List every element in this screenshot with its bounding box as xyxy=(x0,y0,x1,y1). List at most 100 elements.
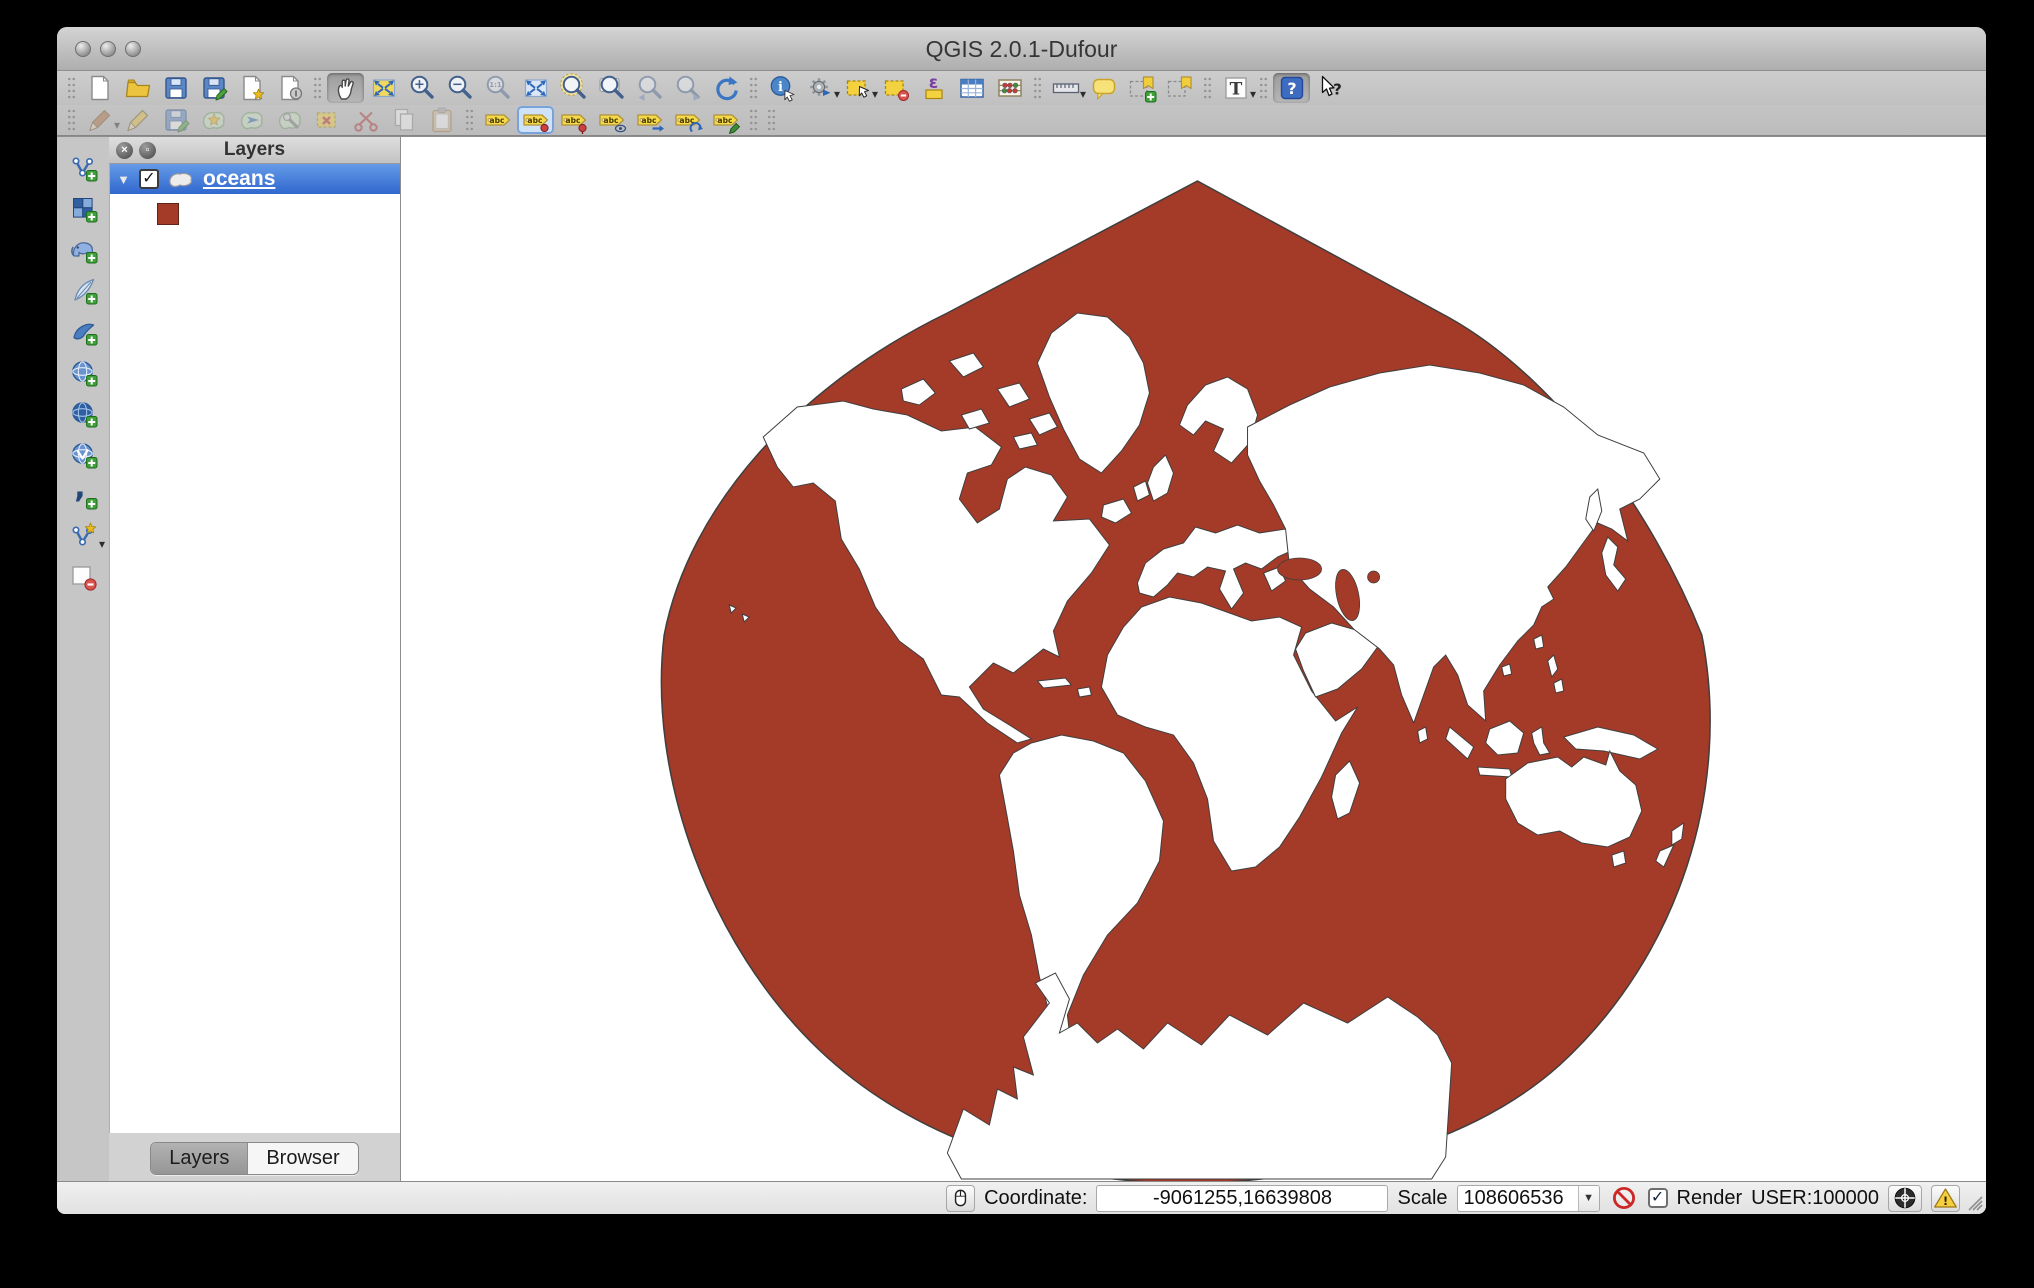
scale-combo[interactable]: 108606536 ▼ xyxy=(1457,1185,1600,1212)
layer-symbology-swatch[interactable] xyxy=(157,203,179,225)
show-hide-labels-icon[interactable]: abc xyxy=(555,106,592,134)
run-feature-action-icon[interactable]: ▾ xyxy=(801,73,838,103)
node-tool-icon[interactable] xyxy=(271,106,308,134)
map-canvas[interactable] xyxy=(401,137,1986,1181)
mouse-position-icon[interactable] xyxy=(946,1185,975,1212)
zoom-next-icon[interactable] xyxy=(669,73,706,103)
render-checkbox[interactable]: ✓ xyxy=(1648,1188,1668,1208)
add-postgis-layer-icon[interactable] xyxy=(63,231,103,266)
toolbar-handle[interactable] xyxy=(465,108,474,132)
toolbar-handle[interactable] xyxy=(1259,76,1268,100)
layers-panel-header[interactable]: × ▫ Layers xyxy=(109,137,400,164)
zoom-full-extent-icon[interactable] xyxy=(517,73,554,103)
toolbar-handle[interactable] xyxy=(749,76,758,100)
open-attribute-table-icon[interactable] xyxy=(953,73,990,103)
layer-tree[interactable]: ▼ ✓ oceans xyxy=(109,164,400,1133)
resize-grip[interactable] xyxy=(1963,1191,1983,1211)
tab-browser[interactable]: Browser xyxy=(247,1143,357,1174)
pan-to-selection-icon[interactable] xyxy=(365,73,402,103)
zoom-to-selection-icon[interactable] xyxy=(555,73,592,103)
zoom-actual-size-icon[interactable]: 1:1 xyxy=(479,73,516,103)
close-panel-icon[interactable]: × xyxy=(116,142,133,159)
measure-icon[interactable]: ▾ xyxy=(1047,73,1084,103)
paste-features-icon[interactable] xyxy=(423,106,460,134)
polygon-layer-icon xyxy=(168,170,194,188)
log-messages-warning-icon[interactable]: ! xyxy=(1931,1185,1960,1212)
labeling-icon[interactable]: abc xyxy=(479,106,516,134)
whats-this-icon[interactable]: ? xyxy=(1311,73,1348,103)
toolbar-handle[interactable] xyxy=(67,108,76,132)
add-wfs-layer-icon[interactable] xyxy=(63,436,103,471)
composer-manager-icon[interactable] xyxy=(271,73,308,103)
float-panel-icon[interactable]: ▫ xyxy=(139,142,156,159)
add-wms-layer-icon[interactable] xyxy=(63,354,103,389)
add-wcs-layer-icon[interactable] xyxy=(63,395,103,430)
stop-rendering-icon[interactable] xyxy=(1609,1183,1639,1213)
svg-text:?: ? xyxy=(1287,79,1296,98)
change-label-properties-icon[interactable]: abc xyxy=(707,106,744,134)
toolbar-handle[interactable] xyxy=(749,108,758,132)
copy-features-icon[interactable] xyxy=(385,106,422,134)
toolbar-handle[interactable] xyxy=(313,76,322,100)
layer-name[interactable]: oceans xyxy=(203,167,275,191)
disclosure-triangle-icon[interactable]: ▼ xyxy=(117,172,130,187)
add-feature-icon[interactable] xyxy=(195,106,232,134)
delete-selected-icon[interactable] xyxy=(309,106,346,134)
current-edits-icon[interactable]: ▾ xyxy=(81,106,118,134)
toolbar-handle[interactable] xyxy=(67,76,76,100)
toolbar-handle[interactable] xyxy=(1033,76,1042,100)
titlebar[interactable]: QGIS 2.0.1-Dufour xyxy=(57,27,1986,71)
deselect-features-icon[interactable] xyxy=(877,73,914,103)
highlight-pinned-labels-icon[interactable]: abc xyxy=(593,106,630,134)
save-project-icon[interactable] xyxy=(157,73,194,103)
toolbar-handle[interactable] xyxy=(767,108,776,132)
refresh-map-icon[interactable] xyxy=(707,73,744,103)
toggle-editing-icon[interactable] xyxy=(119,106,156,134)
coordinate-input[interactable] xyxy=(1096,1185,1388,1212)
chevron-down-icon[interactable]: ▼ xyxy=(1578,1186,1599,1211)
save-layer-edits-icon[interactable] xyxy=(157,106,194,134)
help-icon[interactable]: ? xyxy=(1273,73,1310,103)
new-project-icon[interactable] xyxy=(81,73,118,103)
zoom-in-icon[interactable]: + xyxy=(403,73,440,103)
show-bookmarks-icon[interactable] xyxy=(1161,73,1198,103)
svg-text:−: − xyxy=(452,78,463,93)
zoom-to-layer-icon[interactable] xyxy=(593,73,630,103)
identify-features-icon[interactable]: i xyxy=(763,73,800,103)
new-bookmark-icon[interactable] xyxy=(1123,73,1160,103)
rotate-label-icon[interactable]: abc xyxy=(669,106,706,134)
add-delimited-text-layer-icon[interactable]: , xyxy=(63,477,103,512)
add-oracle-layer-icon[interactable] xyxy=(63,313,103,348)
new-print-composer-icon[interactable] xyxy=(233,73,270,103)
map-tips-icon[interactable] xyxy=(1085,73,1122,103)
move-label-icon[interactable]: abc xyxy=(631,106,668,134)
select-features-icon[interactable]: ▾ xyxy=(839,73,876,103)
status-bar: Coordinate: Scale 108606536 ▼ ✓ Render U… xyxy=(57,1181,1986,1214)
scale-label: Scale xyxy=(1397,1187,1447,1210)
scale-value[interactable]: 108606536 xyxy=(1458,1187,1578,1210)
move-feature-icon[interactable] xyxy=(233,106,270,134)
new-shapefile-layer-icon[interactable]: ▾ xyxy=(63,518,103,553)
save-project-as-icon[interactable] xyxy=(195,73,232,103)
layer-row-oceans[interactable]: ▼ ✓ oceans xyxy=(110,164,400,194)
digitizing-label-toolbar: ▾abcabcabcabcabcabcabc xyxy=(57,105,1986,136)
qgis-window: QGIS 2.0.1-Dufour +−1:1i▾▾ε▾T▾?? ▾abcabc… xyxy=(57,27,1986,1214)
zoom-last-icon[interactable] xyxy=(631,73,668,103)
layer-visibility-checkbox[interactable]: ✓ xyxy=(139,169,159,189)
pan-map-icon[interactable] xyxy=(327,73,364,103)
pin-unpin-labels-icon[interactable]: abc xyxy=(517,106,554,134)
crs-status-icon[interactable] xyxy=(1888,1185,1922,1212)
add-raster-layer-icon[interactable] xyxy=(63,190,103,225)
tab-layers[interactable]: Layers xyxy=(151,1143,247,1174)
svg-text:+: + xyxy=(414,78,425,93)
add-vector-layer-icon[interactable] xyxy=(63,149,103,184)
text-annotation-icon[interactable]: T▾ xyxy=(1217,73,1254,103)
toolbar-handle[interactable] xyxy=(1203,76,1212,100)
cut-features-icon[interactable] xyxy=(347,106,384,134)
select-by-expression-icon[interactable]: ε xyxy=(915,73,952,103)
zoom-out-icon[interactable]: − xyxy=(441,73,478,103)
add-spatialite-layer-icon[interactable] xyxy=(63,272,103,307)
open-project-icon[interactable] xyxy=(119,73,156,103)
remove-layer-icon[interactable] xyxy=(63,559,103,594)
field-calculator-icon[interactable] xyxy=(991,73,1028,103)
